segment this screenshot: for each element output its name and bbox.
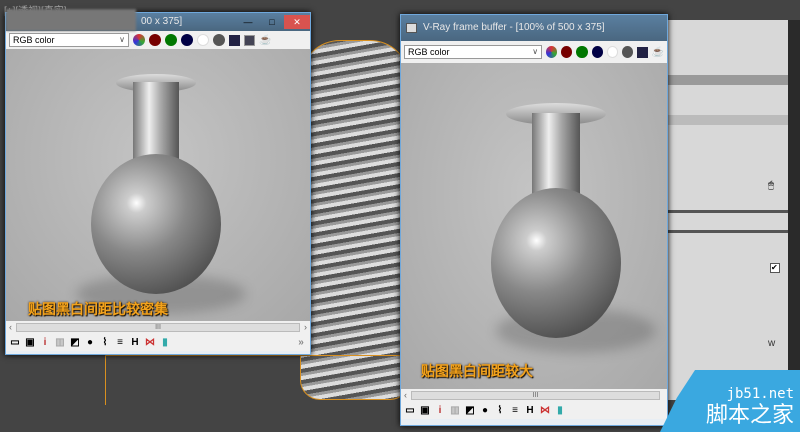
green-channel-button[interactable]	[165, 34, 177, 46]
rgb-channel-icon[interactable]	[546, 46, 558, 58]
render-region-icon[interactable]: ▣	[420, 405, 430, 416]
red-channel-button[interactable]	[149, 34, 161, 46]
title-bar[interactable]: V-Ray frame buffer - [100% of 500 x 375]	[401, 15, 667, 41]
histogram-icon[interactable]: ▥	[55, 337, 65, 348]
vase-render	[491, 103, 621, 343]
channel-value: RGB color	[13, 35, 55, 45]
blue-channel-button[interactable]	[591, 46, 603, 58]
wireframe-base	[105, 355, 405, 405]
save-icon[interactable]	[637, 46, 648, 58]
teapot-icon[interactable]: ☕	[259, 35, 271, 46]
title-bar[interactable]: 00 x 375] — □ ✕	[6, 9, 310, 31]
checkbox[interactable]: ✔	[770, 263, 780, 273]
expand-icon[interactable]: »	[296, 337, 306, 348]
alpha-channel-button[interactable]	[606, 46, 619, 58]
color-correction-icon[interactable]: ◩	[465, 405, 475, 416]
bottom-toolbar: ▭ ▣ i ▥ ◩ ● ⌇ ≡ H ⋈ ▮ »	[6, 333, 310, 351]
mouse-icon: 🖱	[768, 180, 774, 191]
panel-text-fragment: w	[768, 338, 776, 349]
top-toolbar: RGB color ∨ ☕	[6, 31, 310, 49]
command-panel: 🖱 ✔ w	[668, 20, 800, 400]
info-icon[interactable]: i	[40, 337, 50, 348]
info-icon[interactable]: i	[435, 405, 445, 416]
mono-button[interactable]	[622, 46, 634, 58]
wireframe-vase	[300, 40, 410, 400]
curve-icon[interactable]: ⌇	[100, 337, 110, 348]
save-icon[interactable]	[229, 34, 240, 46]
rgb-channel-icon[interactable]	[133, 34, 145, 46]
render-region-icon[interactable]: ▣	[25, 337, 35, 348]
curve-icon[interactable]: ⌇	[495, 405, 505, 416]
lut-icon[interactable]: ≡	[510, 405, 520, 416]
close-button[interactable]: ✕	[284, 15, 310, 29]
left-frame-buffer-window: 00 x 375] — □ ✕ RGB color ∨ ☕ 贴图黑白间距比较密集 …	[5, 9, 311, 355]
horizontal-scrollbar[interactable]: ‹ III	[401, 389, 667, 401]
histogram-icon[interactable]: ▥	[450, 405, 460, 416]
mono-button[interactable]	[213, 34, 225, 46]
channel-select[interactable]: RGB color ∨	[404, 45, 543, 59]
stamp-icon[interactable]: ▮	[160, 337, 170, 348]
green-channel-button[interactable]	[576, 46, 588, 58]
bottom-toolbar: ▭ ▣ i ▥ ◩ ● ⌇ ≡ H ⋈ ▮	[401, 401, 667, 419]
h-icon[interactable]: H	[525, 405, 535, 416]
stamp-icon[interactable]: ▮	[555, 405, 565, 416]
window-title: V-Ray frame buffer - [100% of 500 x 375]	[423, 22, 605, 33]
scroll-thumb[interactable]: III	[411, 390, 660, 400]
scroll-thumb[interactable]: III	[16, 322, 300, 332]
alpha-channel-button[interactable]	[197, 34, 209, 46]
render-image: 贴图黑白间距比较密集	[6, 49, 310, 321]
region-icon[interactable]: ▭	[10, 337, 20, 348]
minimize-button[interactable]: —	[236, 15, 260, 29]
blue-channel-button[interactable]	[181, 34, 193, 46]
maximize-button[interactable]: □	[260, 15, 284, 29]
compare-icon[interactable]: ⋈	[145, 337, 155, 348]
caption: 贴图黑白间距比较密集	[28, 301, 168, 317]
lut-icon[interactable]: ≡	[115, 337, 125, 348]
clone-icon[interactable]	[244, 34, 255, 46]
caption: 贴图黑白间距较大	[421, 363, 533, 379]
watermark-name: 脚本之家	[705, 402, 794, 427]
right-frame-buffer-window: V-Ray frame buffer - [100% of 500 x 375]…	[400, 14, 668, 426]
h-icon[interactable]: H	[130, 337, 140, 348]
region-icon[interactable]: ▭	[405, 405, 415, 416]
color-correction-icon[interactable]: ◩	[70, 337, 80, 348]
window-title: 00 x 375]	[141, 16, 183, 27]
vase-render	[91, 74, 221, 304]
render-image: 贴图黑白间距较大	[401, 63, 667, 389]
top-toolbar: RGB color ∨ ☕	[401, 41, 667, 63]
lens-icon[interactable]: ●	[480, 405, 490, 416]
channel-select[interactable]: RGB color ∨	[9, 33, 129, 47]
lens-icon[interactable]: ●	[85, 337, 95, 348]
channel-value: RGB color	[408, 47, 450, 57]
red-channel-button[interactable]	[561, 46, 573, 58]
compare-icon[interactable]: ⋈	[540, 405, 550, 416]
horizontal-scrollbar[interactable]: ‹ III ›	[6, 321, 310, 333]
teapot-icon[interactable]: ☕	[652, 47, 664, 58]
